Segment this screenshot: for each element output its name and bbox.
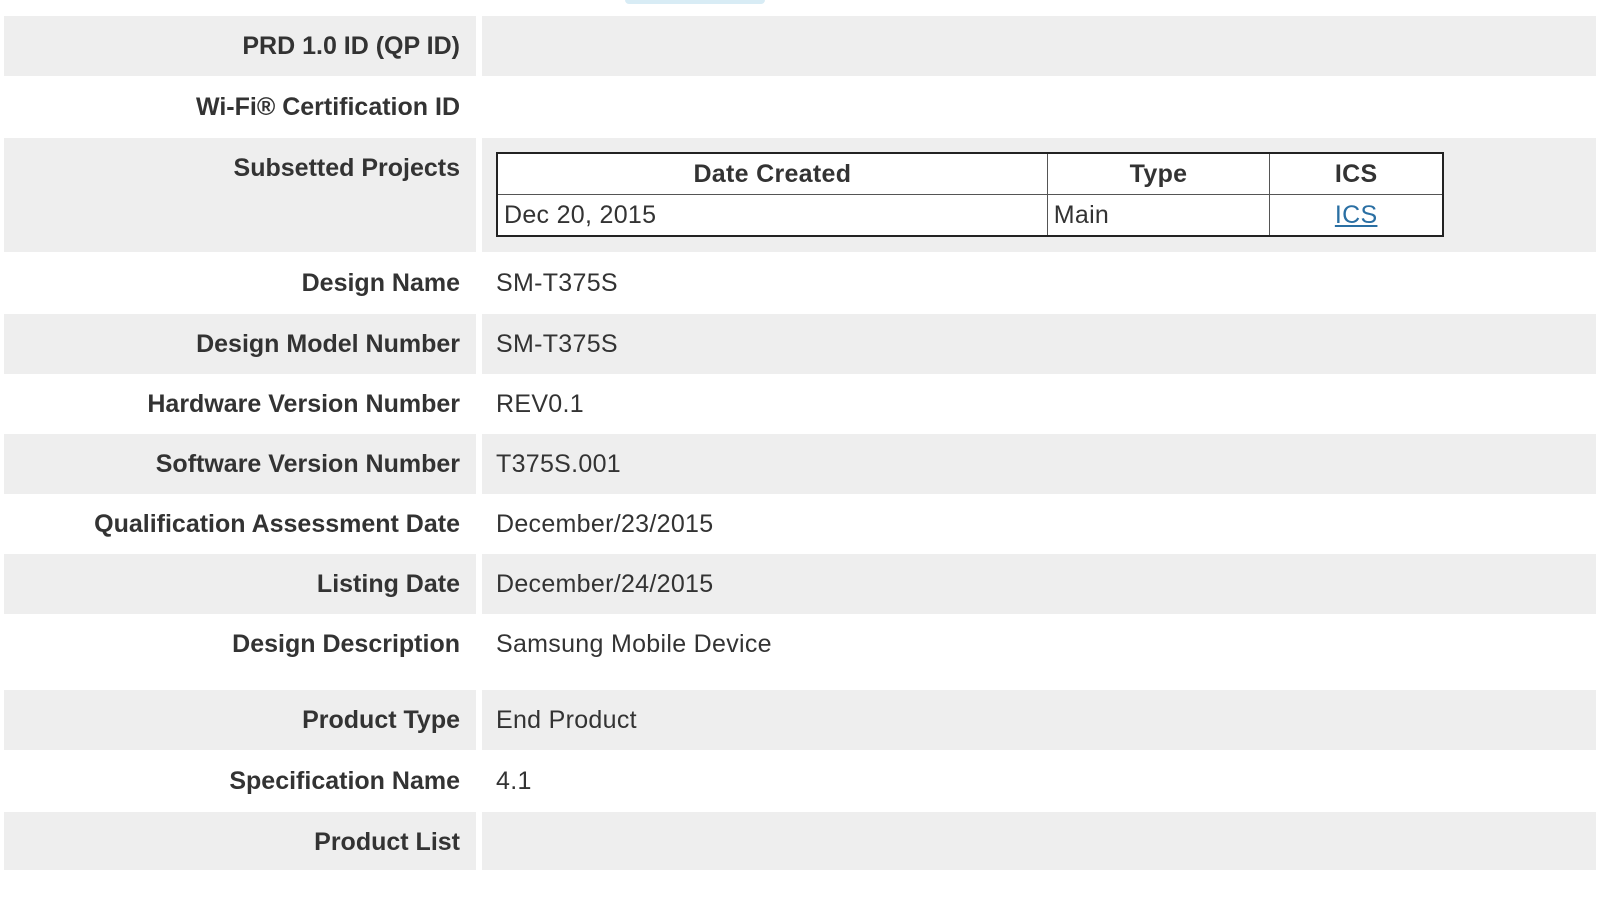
value-product-list	[482, 812, 1596, 872]
label-design-description: Design Description	[4, 614, 476, 690]
label-specification-name: Specification Name	[4, 750, 476, 812]
row-prd-id: PRD 1.0 ID (QP ID)	[4, 16, 1596, 76]
row-software-version-number: Software Version Number T375S.001	[4, 434, 1596, 494]
listing-details-page: PRD 1.0 ID (QP ID) Wi-Fi® Certification …	[0, 0, 1600, 900]
subsetted-projects-table: Date Created Type ICS Dec 20, 2015 Main …	[496, 152, 1444, 237]
value-wifi-certification-id	[482, 76, 1596, 138]
value-specification-name: 4.1	[482, 750, 1596, 812]
value-qualification-assessment-date: December/23/2015	[482, 494, 1596, 554]
top-strip	[0, 0, 1600, 16]
row-qualification-assessment-date: Qualification Assessment Date December/2…	[4, 494, 1596, 554]
row-product-type: Product Type End Product	[4, 690, 1596, 750]
value-subsetted-projects: Date Created Type ICS Dec 20, 2015 Main …	[482, 138, 1596, 252]
label-wifi-certification-id: Wi-Fi® Certification ID	[4, 76, 476, 138]
row-product-list: Product List	[4, 812, 1596, 872]
value-design-description: Samsung Mobile Device	[482, 614, 1596, 690]
label-listing-date: Listing Date	[4, 554, 476, 614]
value-hardware-version-number: REV0.1	[482, 374, 1596, 434]
cell-ics: ICS	[1269, 194, 1444, 237]
row-subsetted-projects: Subsetted Projects Date Created Type ICS…	[4, 138, 1596, 252]
value-prd-id	[482, 16, 1596, 76]
row-wifi-certification-id: Wi-Fi® Certification ID	[4, 76, 1596, 138]
bottom-strip	[4, 870, 1596, 900]
label-hardware-version-number: Hardware Version Number	[4, 374, 476, 434]
label-design-name: Design Name	[4, 252, 476, 314]
label-prd-id: PRD 1.0 ID (QP ID)	[4, 16, 476, 76]
row-design-name: Design Name SM-T375S	[4, 252, 1596, 314]
value-design-model-number: SM-T375S	[482, 314, 1596, 374]
header-ics: ICS	[1269, 152, 1444, 195]
ics-link[interactable]: ICS	[1335, 201, 1378, 229]
label-product-type: Product Type	[4, 690, 476, 750]
row-design-model-number: Design Model Number SM-T375S	[4, 314, 1596, 374]
cell-type: Main	[1046, 194, 1271, 237]
value-product-type: End Product	[482, 690, 1596, 750]
label-qualification-assessment-date: Qualification Assessment Date	[4, 494, 476, 554]
label-design-model-number: Design Model Number	[4, 314, 476, 374]
subsetted-projects-header-row: Date Created Type ICS	[496, 152, 1444, 195]
top-tab-edge	[625, 0, 765, 4]
label-product-list: Product List	[4, 812, 476, 872]
label-subsetted-projects: Subsetted Projects	[4, 138, 476, 252]
header-date-created: Date Created	[496, 152, 1048, 195]
details-table: PRD 1.0 ID (QP ID) Wi-Fi® Certification …	[4, 16, 1596, 872]
table-row: Dec 20, 2015 Main ICS	[496, 194, 1444, 237]
cell-date-created: Dec 20, 2015	[496, 194, 1048, 237]
value-listing-date: December/24/2015	[482, 554, 1596, 614]
label-software-version-number: Software Version Number	[4, 434, 476, 494]
row-hardware-version-number: Hardware Version Number REV0.1	[4, 374, 1596, 434]
row-specification-name: Specification Name 4.1	[4, 750, 1596, 812]
header-type: Type	[1046, 152, 1271, 195]
value-software-version-number: T375S.001	[482, 434, 1596, 494]
row-design-description: Design Description Samsung Mobile Device	[4, 614, 1596, 690]
value-design-name: SM-T375S	[482, 252, 1596, 314]
row-listing-date: Listing Date December/24/2015	[4, 554, 1596, 614]
